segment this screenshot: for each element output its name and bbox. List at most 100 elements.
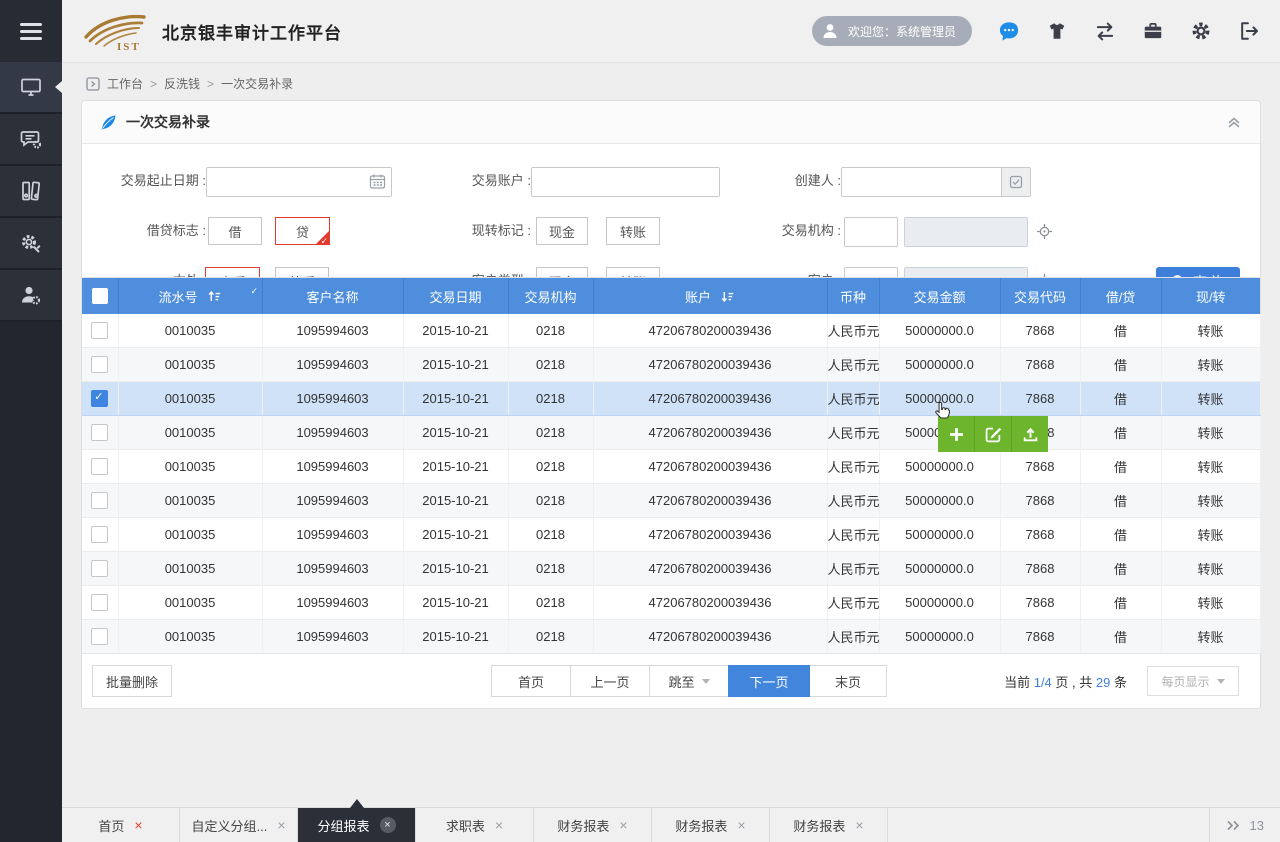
cell-amount[interactable]: 50000000.0 (879, 450, 1000, 484)
row-checkbox[interactable] (91, 526, 108, 543)
cell-trade-date[interactable]: 2015-10-21 (403, 586, 508, 620)
trade-account-input[interactable] (531, 167, 720, 197)
cell-serial[interactable]: 0010035 (118, 518, 262, 552)
col-cash-transfer[interactable]: 现/转 (1161, 278, 1260, 314)
cell-trade-code[interactable]: 7868 (1000, 518, 1080, 552)
cell-trade-org[interactable]: 0218 (508, 314, 593, 348)
cell-serial[interactable]: 0010035 (118, 450, 262, 484)
tab-item[interactable]: 财务报表 × (770, 808, 888, 842)
menu-toggle-button[interactable] (0, 0, 62, 62)
cell-amount[interactable]: 50000000.0 (879, 552, 1000, 586)
sort-asc-icon[interactable] (207, 289, 222, 304)
tab-item[interactable]: 首页 × (62, 808, 180, 842)
row-checkbox-cell[interactable] (82, 586, 118, 620)
toggle-credit[interactable]: 贷 (275, 217, 330, 245)
tab-close-icon[interactable]: × (380, 817, 396, 833)
cell-amount[interactable]: 50000000.0 (879, 348, 1000, 382)
cell-cash-transfer[interactable]: 转账 (1161, 382, 1260, 416)
cell-serial[interactable]: 0010035 (118, 382, 262, 416)
cell-trade-date[interactable]: 2015-10-21 (403, 314, 508, 348)
table-row[interactable]: 0010035 1095994603 2015-10-21 0218 47206… (82, 450, 1260, 484)
col-serial[interactable]: 流水号 (118, 278, 262, 314)
cell-cash-transfer[interactable]: 转账 (1161, 348, 1260, 382)
cell-amount[interactable]: 50000000.0 (879, 586, 1000, 620)
row-checkbox-cell[interactable] (82, 484, 118, 518)
tab-close-icon[interactable]: × (277, 818, 285, 832)
briefcase-icon[interactable] (1142, 20, 1164, 42)
toggle-transfer[interactable]: 转账 (606, 217, 660, 245)
row-checkbox-cell[interactable] (82, 518, 118, 552)
theme-skin-icon[interactable] (1046, 20, 1068, 42)
cell-trade-date[interactable]: 2015-10-21 (403, 620, 508, 654)
col-debit-credit[interactable]: 借/贷 (1080, 278, 1161, 314)
col-customer-name[interactable]: 客户名称 (262, 278, 403, 314)
breadcrumb-item[interactable]: 反洗钱 (164, 75, 200, 92)
cell-account[interactable]: 47206780200039436 (593, 314, 827, 348)
select-all-cell[interactable] (82, 278, 118, 314)
cell-trade-code[interactable]: 7868 (1000, 484, 1080, 518)
cell-trade-org[interactable]: 0218 (508, 586, 593, 620)
cell-cash-transfer[interactable]: 转账 (1161, 484, 1260, 518)
collapse-panel-icon[interactable] (1226, 114, 1242, 130)
cell-trade-date[interactable]: 2015-10-21 (403, 382, 508, 416)
table-row[interactable]: 0010035 1095994603 2015-10-21 0218 47206… (82, 484, 1260, 518)
col-trade-date[interactable]: 交易日期 (403, 278, 508, 314)
row-checkbox[interactable] (91, 424, 108, 441)
cell-currency[interactable]: 人民币元 (827, 314, 879, 348)
cell-debit-credit[interactable]: 借 (1080, 348, 1161, 382)
cell-currency[interactable]: 人民币元 (827, 348, 879, 382)
row-checkbox[interactable] (91, 628, 108, 645)
cell-trade-org[interactable]: 0218 (508, 382, 593, 416)
cell-serial[interactable]: 0010035 (118, 314, 262, 348)
cell-account[interactable]: 47206780200039436 (593, 382, 827, 416)
calendar-icon[interactable] (369, 173, 386, 190)
table-row[interactable]: 0010035 1095994603 2015-10-21 0218 47206… (82, 552, 1260, 586)
cell-trade-org[interactable]: 0218 (508, 518, 593, 552)
date-range-input[interactable] (206, 167, 392, 197)
batch-delete-button[interactable]: 批量删除 (92, 665, 172, 697)
toggle-cash[interactable]: 现金 (536, 217, 588, 245)
switch-system-icon[interactable] (1094, 20, 1116, 42)
sidebar-item-workbench[interactable] (0, 62, 62, 114)
cell-currency[interactable]: 人民币元 (827, 518, 879, 552)
cell-debit-credit[interactable]: 借 (1080, 484, 1161, 518)
cell-currency[interactable]: 人民币元 (827, 416, 879, 450)
row-checkbox[interactable] (91, 322, 108, 339)
jump-to-select[interactable]: 跳至 (649, 665, 729, 697)
cell-debit-credit[interactable]: 借 (1080, 552, 1161, 586)
tab-overflow-button[interactable]: 13 (1209, 808, 1280, 842)
cell-amount[interactable]: 50000000.0 (879, 620, 1000, 654)
cell-customer-name[interactable]: 1095994603 (262, 484, 403, 518)
row-checkbox-cell[interactable] (82, 382, 118, 416)
cell-currency[interactable]: 人民币元 (827, 382, 879, 416)
cell-customer-name[interactable]: 1095994603 (262, 552, 403, 586)
cell-customer-name[interactable]: 1095994603 (262, 586, 403, 620)
cell-trade-org[interactable]: 0218 (508, 552, 593, 586)
page-size-select[interactable]: 每页显示 (1147, 666, 1239, 696)
cell-trade-date[interactable]: 2015-10-21 (403, 348, 508, 382)
cell-currency[interactable]: 人民币元 (827, 620, 879, 654)
cell-trade-org[interactable]: 0218 (508, 348, 593, 382)
logout-icon[interactable] (1238, 20, 1260, 42)
org-picker-target-icon[interactable] (1036, 223, 1053, 240)
settings-gear-icon[interactable] (1190, 20, 1212, 42)
cell-account[interactable]: 47206780200039436 (593, 450, 827, 484)
tab-item[interactable]: 求职表 × (416, 808, 534, 842)
table-row[interactable]: 0010035 1095994603 2015-10-21 0218 47206… (82, 382, 1260, 416)
col-trade-code[interactable]: 交易代码 (1000, 278, 1080, 314)
row-checkbox-cell[interactable] (82, 348, 118, 382)
sidebar-item-tools[interactable] (0, 218, 62, 270)
breadcrumb-item[interactable]: 工作台 (107, 75, 143, 92)
table-row[interactable]: 0010035 1095994603 2015-10-21 0218 47206… (82, 416, 1260, 450)
table-row[interactable]: 0010035 1095994603 2015-10-21 0218 47206… (82, 620, 1260, 654)
cell-serial[interactable]: 0010035 (118, 620, 262, 654)
cell-customer-name[interactable]: 1095994603 (262, 450, 403, 484)
cell-account[interactable]: 47206780200039436 (593, 416, 827, 450)
cell-debit-credit[interactable]: 借 (1080, 416, 1161, 450)
next-page-button[interactable]: 下一页 (728, 665, 810, 697)
cell-cash-transfer[interactable]: 转账 (1161, 314, 1260, 348)
row-checkbox[interactable] (91, 390, 108, 407)
cell-currency[interactable]: 人民币元 (827, 450, 879, 484)
cell-cash-transfer[interactable]: 转账 (1161, 586, 1260, 620)
row-checkbox-cell[interactable] (82, 416, 118, 450)
